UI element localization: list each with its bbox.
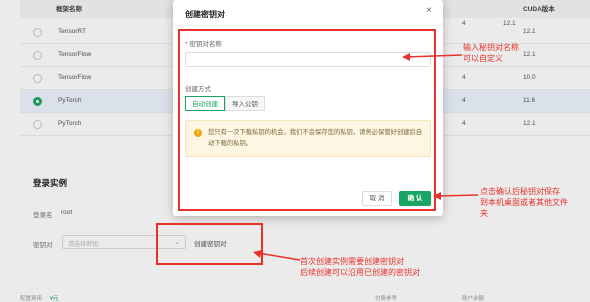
- arrow-head: [253, 250, 262, 258]
- arrow-head: [433, 192, 441, 200]
- annotation-note-first-time: 首次创建实例需要创建密钥对 后续创建可以沿用已创建的密钥对: [300, 257, 420, 277]
- annotation-arrow-name: [405, 54, 463, 58]
- annotation-note-confirm: 点击确认后秘钥对保存 到本机桌面或者其他文件 夹: [480, 187, 568, 218]
- annotation-arrow-create: [257, 252, 301, 261]
- annotation-arrow-confirm: [437, 194, 479, 197]
- annotation-note-name: 输入秘钥对名称 可以自定义: [463, 43, 519, 63]
- arrow-head: [402, 53, 410, 61]
